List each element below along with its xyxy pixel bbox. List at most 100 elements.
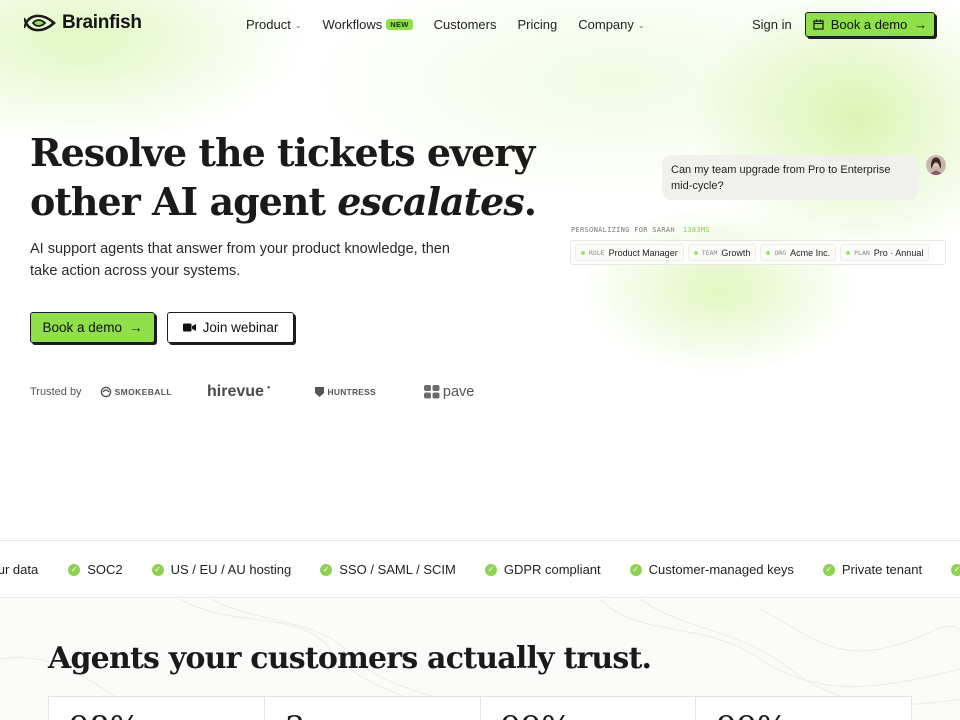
stat-value: 99% bbox=[716, 712, 787, 720]
chip-value: Acme Inc. bbox=[790, 247, 831, 258]
chip-key: ROLE bbox=[589, 248, 605, 257]
fish-logo-icon bbox=[24, 14, 56, 32]
check-circle-icon: ✓ bbox=[68, 563, 81, 576]
chip-value: Product Manager bbox=[608, 247, 678, 258]
huntress-logo: HUNTRESS bbox=[314, 386, 376, 398]
calendar-icon bbox=[813, 19, 824, 30]
chip-value: Pro · Annual bbox=[873, 247, 924, 258]
check-circle-icon: ✓ bbox=[822, 563, 835, 576]
headline-line-1: Resolve the tickets every bbox=[30, 130, 535, 175]
check-circle-icon: ✓ bbox=[629, 563, 642, 576]
chat-user-message: Can my team upgrade from Pro to Enterpri… bbox=[662, 155, 919, 200]
chevron-down-icon: ⌄ bbox=[637, 20, 645, 30]
headline-emphasis: escalates bbox=[337, 179, 525, 224]
top-nav: Brainfish Product ⌄ Workflows NEW Custom… bbox=[0, 0, 960, 50]
stats-row: 98% 3 99% 99% bbox=[48, 696, 912, 720]
nav-workflows-label: Workflows bbox=[322, 17, 383, 32]
nav-pricing[interactable]: Pricing bbox=[518, 17, 558, 32]
brand-name: Brainfish bbox=[62, 12, 142, 33]
nav-company[interactable]: Company ⌄ bbox=[578, 17, 644, 32]
headline-period: . bbox=[523, 179, 537, 224]
stat-value: 98% bbox=[69, 712, 140, 720]
smokeball-mark-icon bbox=[100, 386, 111, 398]
compliance-marquee: your data ✓ SOC2 ✓ US / EU / AU hosting … bbox=[0, 540, 960, 598]
chip-org: ORG Acme Inc. bbox=[760, 244, 837, 261]
personalizing-time: 1383MS bbox=[682, 226, 710, 234]
compliance-label: Private tenant bbox=[841, 562, 923, 577]
compliance-item: ✓ SSO / SAML / SCIM bbox=[320, 562, 456, 577]
compliance-track: your data ✓ SOC2 ✓ US / EU / AU hosting … bbox=[0, 562, 960, 577]
headline-line-2-prefix: other AI agent bbox=[30, 179, 338, 224]
hirevue-logo: hirevue ● bbox=[207, 383, 271, 401]
compliance-label: US / EU / AU hosting bbox=[170, 562, 292, 577]
nav-workflows[interactable]: Workflows NEW bbox=[323, 17, 413, 32]
compliance-label: SOC2 bbox=[87, 562, 123, 577]
compliance-item: ✓ Customer-managed keys bbox=[629, 562, 794, 577]
hero-book-demo-label: Book a demo bbox=[42, 320, 123, 335]
check-circle-icon: ✓ bbox=[151, 563, 164, 576]
pave-logo-text: pave bbox=[442, 384, 475, 400]
hirevue-mark-icon: ● bbox=[266, 385, 271, 391]
chip-team: TEAM Growth bbox=[687, 244, 757, 261]
compliance-item: your data bbox=[0, 562, 38, 577]
status-dot-icon bbox=[846, 250, 851, 255]
nav-links: Product ⌄ Workflows NEW Customers Pricin… bbox=[246, 17, 666, 32]
pave-mark-icon bbox=[423, 385, 440, 399]
stat-value: 3 bbox=[285, 712, 305, 720]
arrow-right-icon: → bbox=[129, 320, 143, 335]
new-badge: NEW bbox=[386, 19, 413, 30]
hirevue-logo-text: hirevue bbox=[207, 383, 264, 400]
compliance-label: SSO / SAML / SCIM bbox=[339, 562, 456, 577]
join-webinar-label: Join webinar bbox=[202, 320, 279, 335]
nav-customers[interactable]: Customers bbox=[434, 17, 497, 32]
personalizing-label: PERSONALIZING FOR SARAH bbox=[571, 226, 675, 234]
sign-in-link[interactable]: Sign in bbox=[752, 17, 792, 32]
smokeball-logo-text: SMOKEBALL bbox=[114, 387, 172, 397]
chevron-down-icon: ⌄ bbox=[294, 20, 302, 30]
trusted-by-label: Trusted by bbox=[30, 386, 82, 398]
status-dot-icon bbox=[766, 250, 771, 255]
hero-headline: Resolve the tickets every other AI agent… bbox=[30, 128, 550, 226]
hero-subtext: AI support agents that answer from your … bbox=[30, 241, 450, 279]
arrow-right-icon: → bbox=[914, 17, 928, 32]
compliance-item: ✓ US / EU / AU hosting bbox=[151, 562, 292, 577]
stat-card: 3 bbox=[265, 697, 481, 720]
chip-value: Growth bbox=[721, 247, 751, 258]
check-circle-icon: ✓ bbox=[320, 563, 333, 576]
huntress-logo-text: HUNTRESS bbox=[327, 387, 376, 397]
chip-key: ORG bbox=[774, 248, 787, 257]
pave-logo: pave bbox=[423, 384, 475, 400]
nav-customers-label: Customers bbox=[433, 17, 497, 32]
huntress-mark-icon bbox=[314, 387, 324, 397]
context-chips: ROLE Product Manager TEAM Growth ORG Acm… bbox=[570, 240, 946, 265]
stat-value: 99% bbox=[501, 712, 572, 720]
trusted-by-row: Trusted by SMOKEBALL hirevue ● HUNTRESS … bbox=[30, 380, 474, 404]
smokeball-logo: SMOKEBALL bbox=[100, 386, 172, 398]
chip-role: ROLE Product Manager bbox=[575, 244, 684, 261]
compliance-item: ✓ Private tenant bbox=[822, 562, 923, 577]
nav-pricing-label: Pricing bbox=[517, 17, 558, 32]
brand-logo[interactable]: Brainfish bbox=[24, 12, 142, 34]
check-circle-icon: ✓ bbox=[484, 563, 497, 576]
hero-book-demo-button[interactable]: Book a demo → bbox=[30, 312, 155, 343]
nav-book-demo-label: Book a demo bbox=[830, 17, 908, 32]
nav-product-label: Product bbox=[246, 17, 291, 32]
chip-key: TEAM bbox=[701, 248, 718, 257]
user-avatar bbox=[926, 155, 946, 175]
compliance-item: ✓ C bbox=[951, 562, 960, 577]
chip-key: PLAN bbox=[854, 248, 870, 257]
compliance-label: Customer-managed keys bbox=[648, 562, 794, 577]
compliance-label: your data bbox=[0, 562, 39, 577]
compliance-item: ✓ SOC2 bbox=[68, 562, 123, 577]
status-dot-icon bbox=[581, 250, 585, 255]
stat-card: 98% bbox=[49, 697, 265, 720]
compliance-label: GDPR compliant bbox=[503, 562, 601, 577]
stat-card: 99% bbox=[696, 697, 911, 720]
video-camera-icon bbox=[182, 323, 196, 332]
nav-book-demo-button[interactable]: Book a demo → bbox=[805, 12, 935, 37]
nav-product[interactable]: Product ⌄ bbox=[246, 17, 302, 32]
join-webinar-button[interactable]: Join webinar bbox=[167, 312, 294, 343]
trust-section-title: Agents your customers actually trust. bbox=[48, 641, 652, 676]
status-dot-icon bbox=[693, 250, 698, 255]
personalizing-status: PERSONALIZING FOR SARAH 1383MS bbox=[571, 226, 710, 234]
